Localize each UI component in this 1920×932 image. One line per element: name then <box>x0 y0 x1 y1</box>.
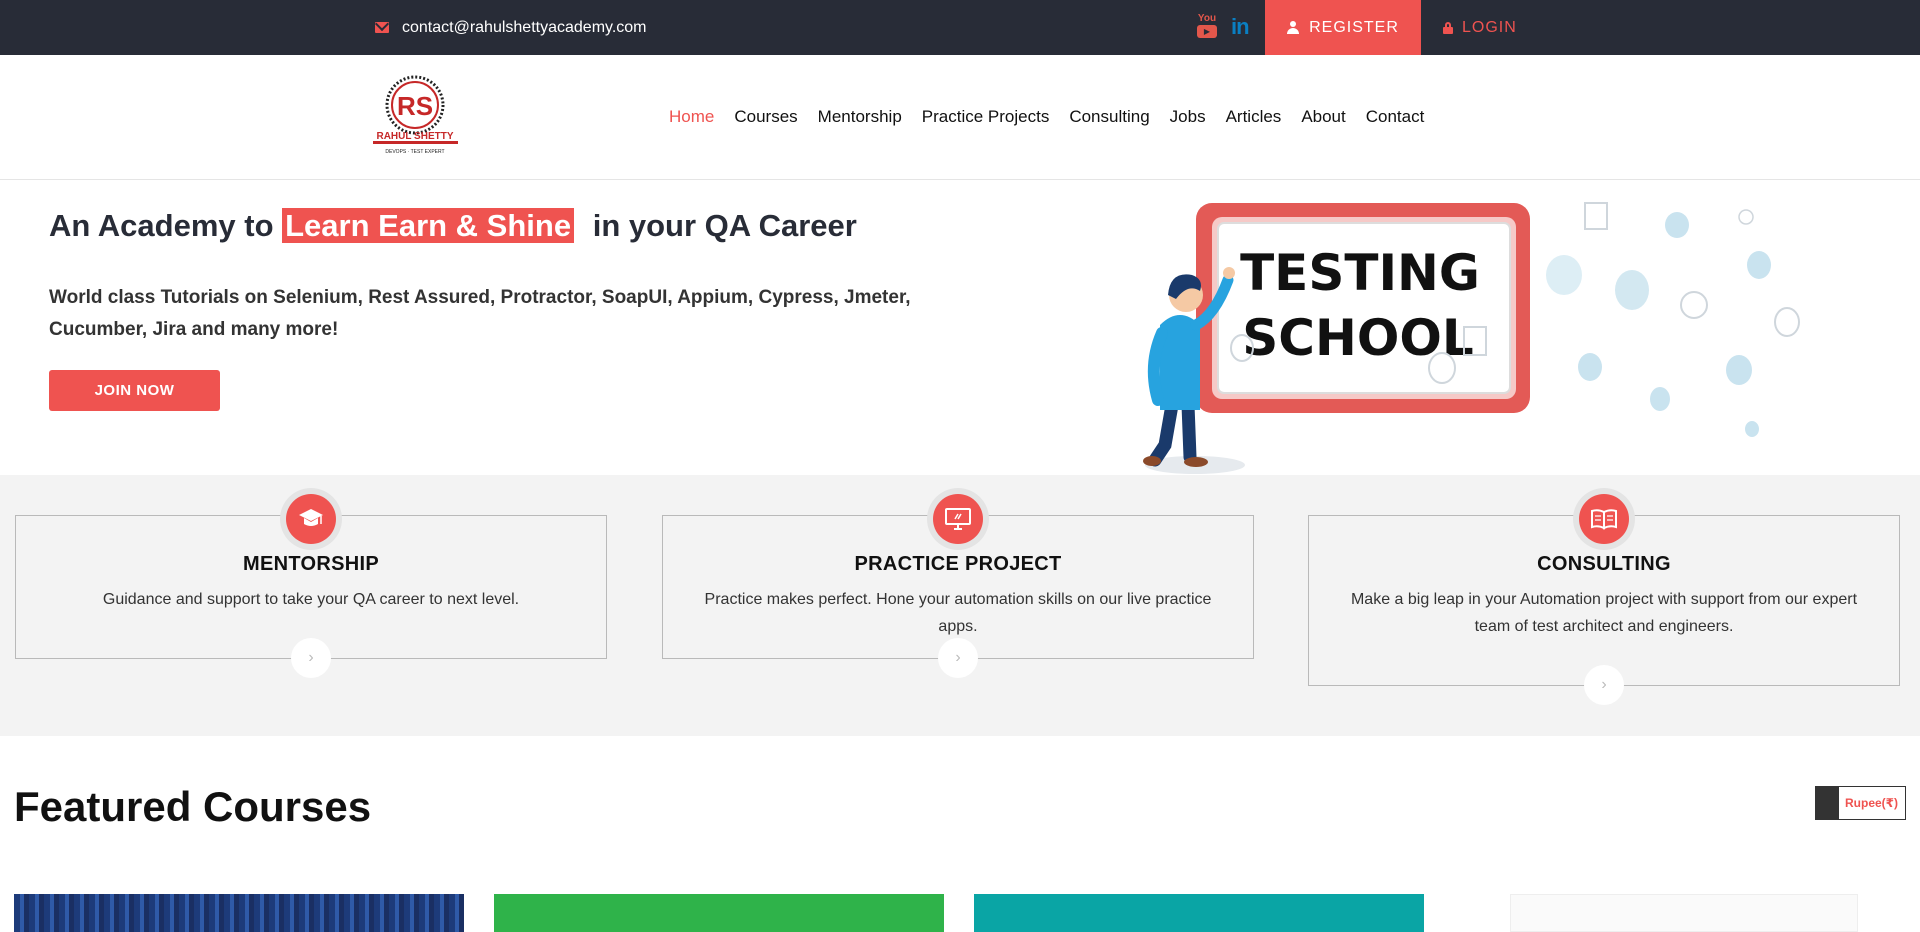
youtube-icon[interactable]: You ▶ <box>1197 13 1217 38</box>
consulting-arrow-icon[interactable]: › <box>1584 665 1624 705</box>
services-section: MENTORSHIP Guidance and support to take … <box>0 475 1920 736</box>
mentorship-card[interactable]: MENTORSHIP Guidance and support to take … <box>15 488 607 678</box>
course-card-thumbnail[interactable] <box>1510 894 1858 932</box>
join-now-button[interactable]: JOIN NOW <box>49 370 220 411</box>
currency-switch[interactable]: Rupee(₹) <box>1815 786 1906 820</box>
lock-icon <box>1443 21 1453 34</box>
consulting-card[interactable]: CONSULTING Make a big leap in your Autom… <box>1308 488 1900 705</box>
hero-title-pre: An Academy to <box>49 208 283 243</box>
consulting-icon-ring <box>1573 488 1635 550</box>
monitor-icon <box>933 494 983 544</box>
envelope-icon <box>375 22 389 33</box>
course-card-thumbnail[interactable] <box>14 894 464 932</box>
register-button[interactable]: REGISTER <box>1265 0 1421 55</box>
logo-emblem: RS RAHUL SHETTY DEVOPS · TEST EXPERT <box>373 75 458 155</box>
contact-email-text: contact@rahulshettyacademy.com <box>402 18 647 36</box>
nav-consulting[interactable]: Consulting <box>1069 107 1149 127</box>
contact-email[interactable]: contact@rahulshettyacademy.com <box>375 0 647 55</box>
register-label: REGISTER <box>1309 18 1399 36</box>
linkedin-icon[interactable]: in <box>1231 14 1250 40</box>
nav-home[interactable]: Home <box>669 107 714 127</box>
practice-project-title: PRACTICE PROJECT <box>854 553 1062 575</box>
user-icon <box>1287 21 1300 34</box>
top-bar: contact@rahulshettyacademy.com You ▶ in R… <box>0 0 1920 55</box>
youtube-icon-label: You <box>1197 13 1217 24</box>
mentorship-icon-ring <box>280 488 342 550</box>
mentorship-title: MENTORSHIP <box>243 553 379 575</box>
currency-label: Rupee(₹) <box>1845 796 1899 810</box>
practice-project-card[interactable]: PRACTICE PROJECT Practice makes perfect.… <box>662 488 1254 678</box>
nav-courses[interactable]: Courses <box>734 107 797 127</box>
svg-text:SCHOOL: SCHOOL <box>1242 309 1473 367</box>
testing-school-illustration: TESTING SCHOOL <box>1130 195 1810 475</box>
nav-practice-projects[interactable]: Practice Projects <box>922 107 1050 127</box>
practice-project-text: Practice makes perfect. Hone your automa… <box>704 591 1212 635</box>
nav-mentorship[interactable]: Mentorship <box>818 107 902 127</box>
mentorship-text: Guidance and support to take your QA car… <box>102 591 520 608</box>
practice-project-arrow-icon[interactable]: › <box>938 638 978 678</box>
graduation-cap-icon <box>286 494 336 544</box>
course-card-thumbnail[interactable] <box>974 894 1424 932</box>
nav-about[interactable]: About <box>1301 107 1345 127</box>
hero-title-post: in your QA Career <box>584 208 857 243</box>
site-header: RS RAHUL SHETTY DEVOPS · TEST EXPERT Hom… <box>0 55 1920 180</box>
svg-text:DEVOPS · TEST EXPERT: DEVOPS · TEST EXPERT <box>385 149 444 155</box>
featured-courses-title: Featured Courses <box>14 783 372 830</box>
hero-title-highlight: Learn Earn & Shine <box>282 208 575 243</box>
login-label: LOGIN <box>1462 18 1517 36</box>
course-card-thumbnail[interactable] <box>494 894 944 932</box>
nav-jobs[interactable]: Jobs <box>1170 107 1206 127</box>
main-nav: Home Courses Mentorship Practice Project… <box>669 107 1444 127</box>
svg-text:RAHUL SHETTY: RAHUL SHETTY <box>376 131 453 142</box>
consulting-title: CONSULTING <box>1537 553 1671 575</box>
hero-title: An Academy to Learn Earn & Shine in your… <box>49 208 857 244</box>
nav-articles[interactable]: Articles <box>1226 107 1282 127</box>
site-logo[interactable]: RS RAHUL SHETTY DEVOPS · TEST EXPERT <box>373 75 458 157</box>
open-book-icon <box>1579 494 1629 544</box>
mentorship-arrow-icon[interactable]: › <box>291 638 331 678</box>
svg-text:TESTING: TESTING <box>1240 244 1480 302</box>
practice-icon-ring <box>927 488 989 550</box>
svg-text:RS: RS <box>397 91 433 121</box>
nav-contact[interactable]: Contact <box>1366 107 1425 127</box>
hero-subtitle: World class Tutorials on Selenium, Rest … <box>49 287 911 340</box>
youtube-play-box: ▶ <box>1197 25 1217 38</box>
login-button[interactable]: LOGIN <box>1443 0 1517 55</box>
consulting-text: Make a big leap in your Automation proje… <box>1350 591 1858 635</box>
currency-toggle-knob <box>1816 787 1839 819</box>
